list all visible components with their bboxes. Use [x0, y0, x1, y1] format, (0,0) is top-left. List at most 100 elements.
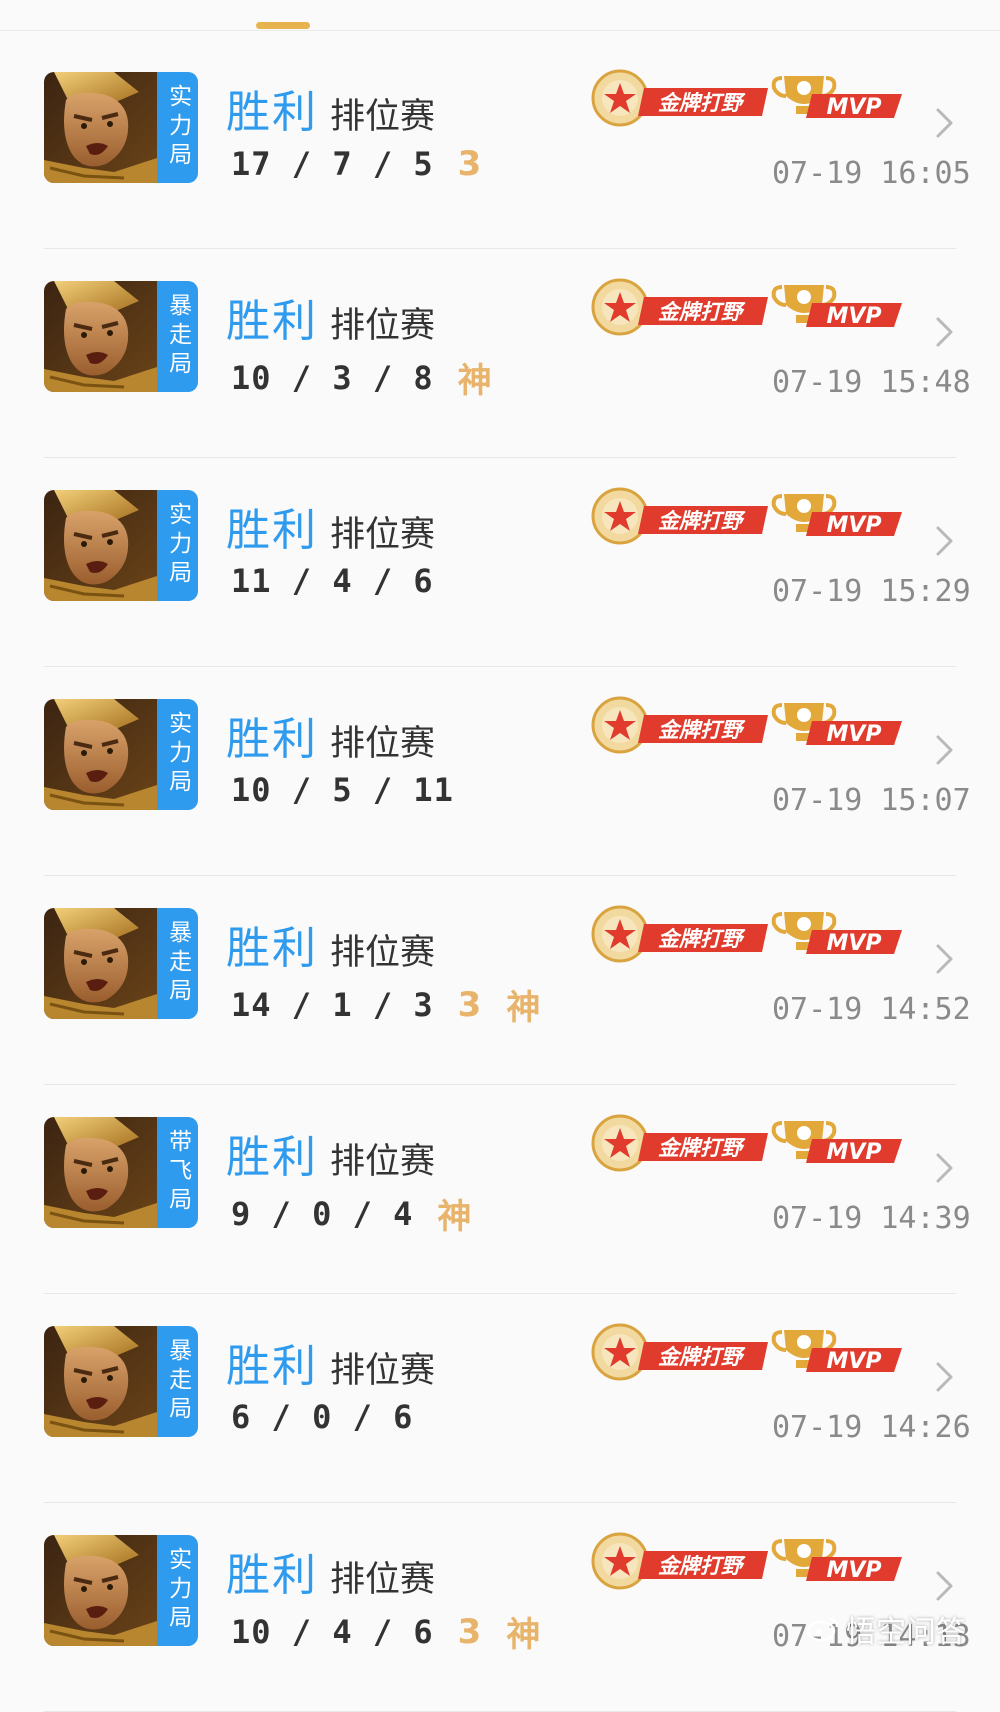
triple-kill-tag: 3 [457, 144, 483, 184]
chevron-right-icon[interactable] [934, 1360, 956, 1394]
hero-portrait-icon [44, 490, 157, 601]
triple-kill-tag: 3 [457, 1611, 483, 1652]
hero-avatar: 暴走局 [44, 1326, 198, 1437]
mvp-label: MVP [826, 722, 881, 747]
gold-jungler-badge: 金牌打野 [591, 278, 768, 336]
match-row[interactable]: 暴走局 胜利 排位赛 6 / 0 / 6 金牌打野 MVP 07-19 14:2… [0, 1294, 1000, 1503]
match-time: 07-19 15:29 [772, 574, 971, 609]
tab-indicator [256, 22, 310, 29]
chevron-right-icon[interactable] [934, 1151, 956, 1185]
hero-avatar: 实力局 [44, 699, 198, 810]
mvp-label: MVP [826, 304, 881, 329]
match-row[interactable]: 暴走局 胜利 排位赛 14 / 1 / 3 3神 金牌打野 MVP 07-19 … [0, 876, 1000, 1085]
chevron-right-icon[interactable] [934, 524, 956, 558]
match-time: 07-19 14:26 [772, 1410, 971, 1445]
mode-badge: 实力局 [157, 72, 198, 183]
mode-label: 实力局 [164, 84, 191, 171]
mode-label: 实力局 [164, 502, 191, 589]
achievement-badges: 金牌打野 MVP [586, 277, 912, 341]
kda-line: 6 / 0 / 6 [231, 1398, 413, 1436]
chevron-right-icon[interactable] [934, 1569, 956, 1603]
godlike-tag: 神 [506, 1615, 542, 1655]
hero-portrait-icon [44, 1326, 157, 1437]
result-label: 胜利 [226, 1550, 318, 1601]
hero-face [44, 908, 157, 1019]
match-row[interactable]: 暴走局 胜利 排位赛 10 / 3 / 8 神 金牌打野 MVP 07-19 1… [0, 249, 1000, 458]
chevron-right-icon[interactable] [934, 106, 956, 140]
top-divider [0, 30, 1000, 31]
achievement-badges: 金牌打野 MVP [586, 1322, 912, 1386]
chevron-right-icon[interactable] [934, 733, 956, 767]
kda-line: 14 / 1 / 3 3神 [231, 980, 541, 1029]
gold-jungler-label: 金牌打野 [658, 927, 746, 951]
gold-jungler-label: 金牌打野 [658, 91, 746, 115]
achievement-badges: 金牌打野 MVP [586, 68, 912, 132]
match-time: 07-19 14:52 [772, 992, 971, 1027]
triple-kill-tag: 3 [457, 984, 483, 1025]
mode-badge: 实力局 [157, 1535, 198, 1646]
match-time: 07-19 15:48 [772, 365, 971, 400]
mvp-badge: MVP [771, 1539, 902, 1583]
hero-face [44, 1117, 157, 1228]
gold-jungler-label: 金牌打野 [658, 300, 746, 324]
mode-badge: 暴走局 [157, 281, 198, 392]
achievement-badges: 金牌打野 MVP [586, 695, 912, 759]
gold-jungler-badge: 金牌打野 [591, 1114, 768, 1172]
kda-value: 10 / 5 / 11 [231, 771, 454, 809]
chevron-right-icon[interactable] [934, 942, 956, 976]
result-label: 胜利 [226, 505, 318, 556]
mvp-label: MVP [826, 1349, 881, 1374]
kda-line: 9 / 0 / 4 神 [231, 1189, 472, 1238]
hero-face [44, 1535, 157, 1646]
weibo-icon [806, 1617, 839, 1642]
mode-badge: 实力局 [157, 699, 198, 810]
mvp-label: MVP [826, 1140, 881, 1165]
mode-badge: 带飞局 [157, 1117, 198, 1228]
gold-jungler-badge: 金牌打野 [591, 69, 768, 127]
match-row[interactable]: 实力局 胜利 排位赛 10 / 5 / 11 金牌打野 MVP 07-19 15… [0, 667, 1000, 876]
hero-avatar: 实力局 [44, 490, 198, 601]
hero-face [44, 72, 157, 183]
gold-jungler-badge: 金牌打野 [591, 1532, 768, 1590]
match-row[interactable]: 带飞局 胜利 排位赛 9 / 0 / 4 神 金牌打野 MVP 07-19 14… [0, 1085, 1000, 1294]
hero-face [44, 1326, 157, 1437]
match-type-label: 排位赛 [330, 1560, 436, 1600]
result-label: 胜利 [226, 923, 318, 974]
hero-avatar: 暴走局 [44, 908, 198, 1019]
hero-avatar: 带飞局 [44, 1117, 198, 1228]
mode-badge: 暴走局 [157, 1326, 198, 1437]
hero-face [44, 490, 157, 601]
gold-jungler-label: 金牌打野 [658, 718, 746, 742]
kda-line: 10 / 4 / 6 3神 [231, 1607, 541, 1656]
mode-badge: 实力局 [157, 490, 198, 601]
kda-value: 10 / 3 / 8 [231, 358, 434, 397]
chevron-right-icon[interactable] [934, 315, 956, 349]
mode-label: 实力局 [164, 1547, 191, 1634]
match-history-list: 实力局 胜利 排位赛 17 / 7 / 5 3 金牌打野 MVP 07-19 1… [0, 40, 1000, 1712]
result-label: 胜利 [226, 87, 318, 138]
match-type-label: 排位赛 [330, 1351, 436, 1391]
mode-label: 暴走局 [164, 920, 191, 1007]
kda-value: 14 / 1 / 3 [231, 985, 434, 1024]
match-type-label: 排位赛 [330, 1142, 436, 1182]
gold-jungler-label: 金牌打野 [658, 1345, 746, 1369]
watermark-text: 悟空问答 [846, 1615, 966, 1650]
match-row[interactable]: 实力局 胜利 排位赛 11 / 4 / 6 金牌打野 MVP 07-19 15:… [0, 458, 1000, 667]
gold-jungler-label: 金牌打野 [658, 1554, 746, 1578]
hero-avatar: 实力局 [44, 1535, 198, 1646]
match-row[interactable]: 实力局 胜利 排位赛 17 / 7 / 5 3 金牌打野 MVP 07-19 1… [0, 40, 1000, 249]
result-label: 胜利 [226, 1341, 318, 1392]
hero-portrait-icon [44, 699, 157, 810]
match-time: 07-19 14:39 [772, 1201, 971, 1236]
godlike-tag: 神 [506, 988, 542, 1028]
hero-portrait-icon [44, 1535, 157, 1646]
mode-label: 暴走局 [164, 1338, 191, 1425]
mvp-label: MVP [826, 931, 881, 956]
hero-avatar: 暴走局 [44, 281, 198, 392]
match-type-label: 排位赛 [330, 933, 436, 973]
gold-jungler-badge: 金牌打野 [591, 487, 768, 545]
kda-value: 9 / 0 / 4 [231, 1194, 414, 1233]
mvp-label: MVP [826, 95, 881, 120]
result-label: 胜利 [226, 714, 318, 765]
gold-jungler-label: 金牌打野 [658, 1136, 746, 1160]
